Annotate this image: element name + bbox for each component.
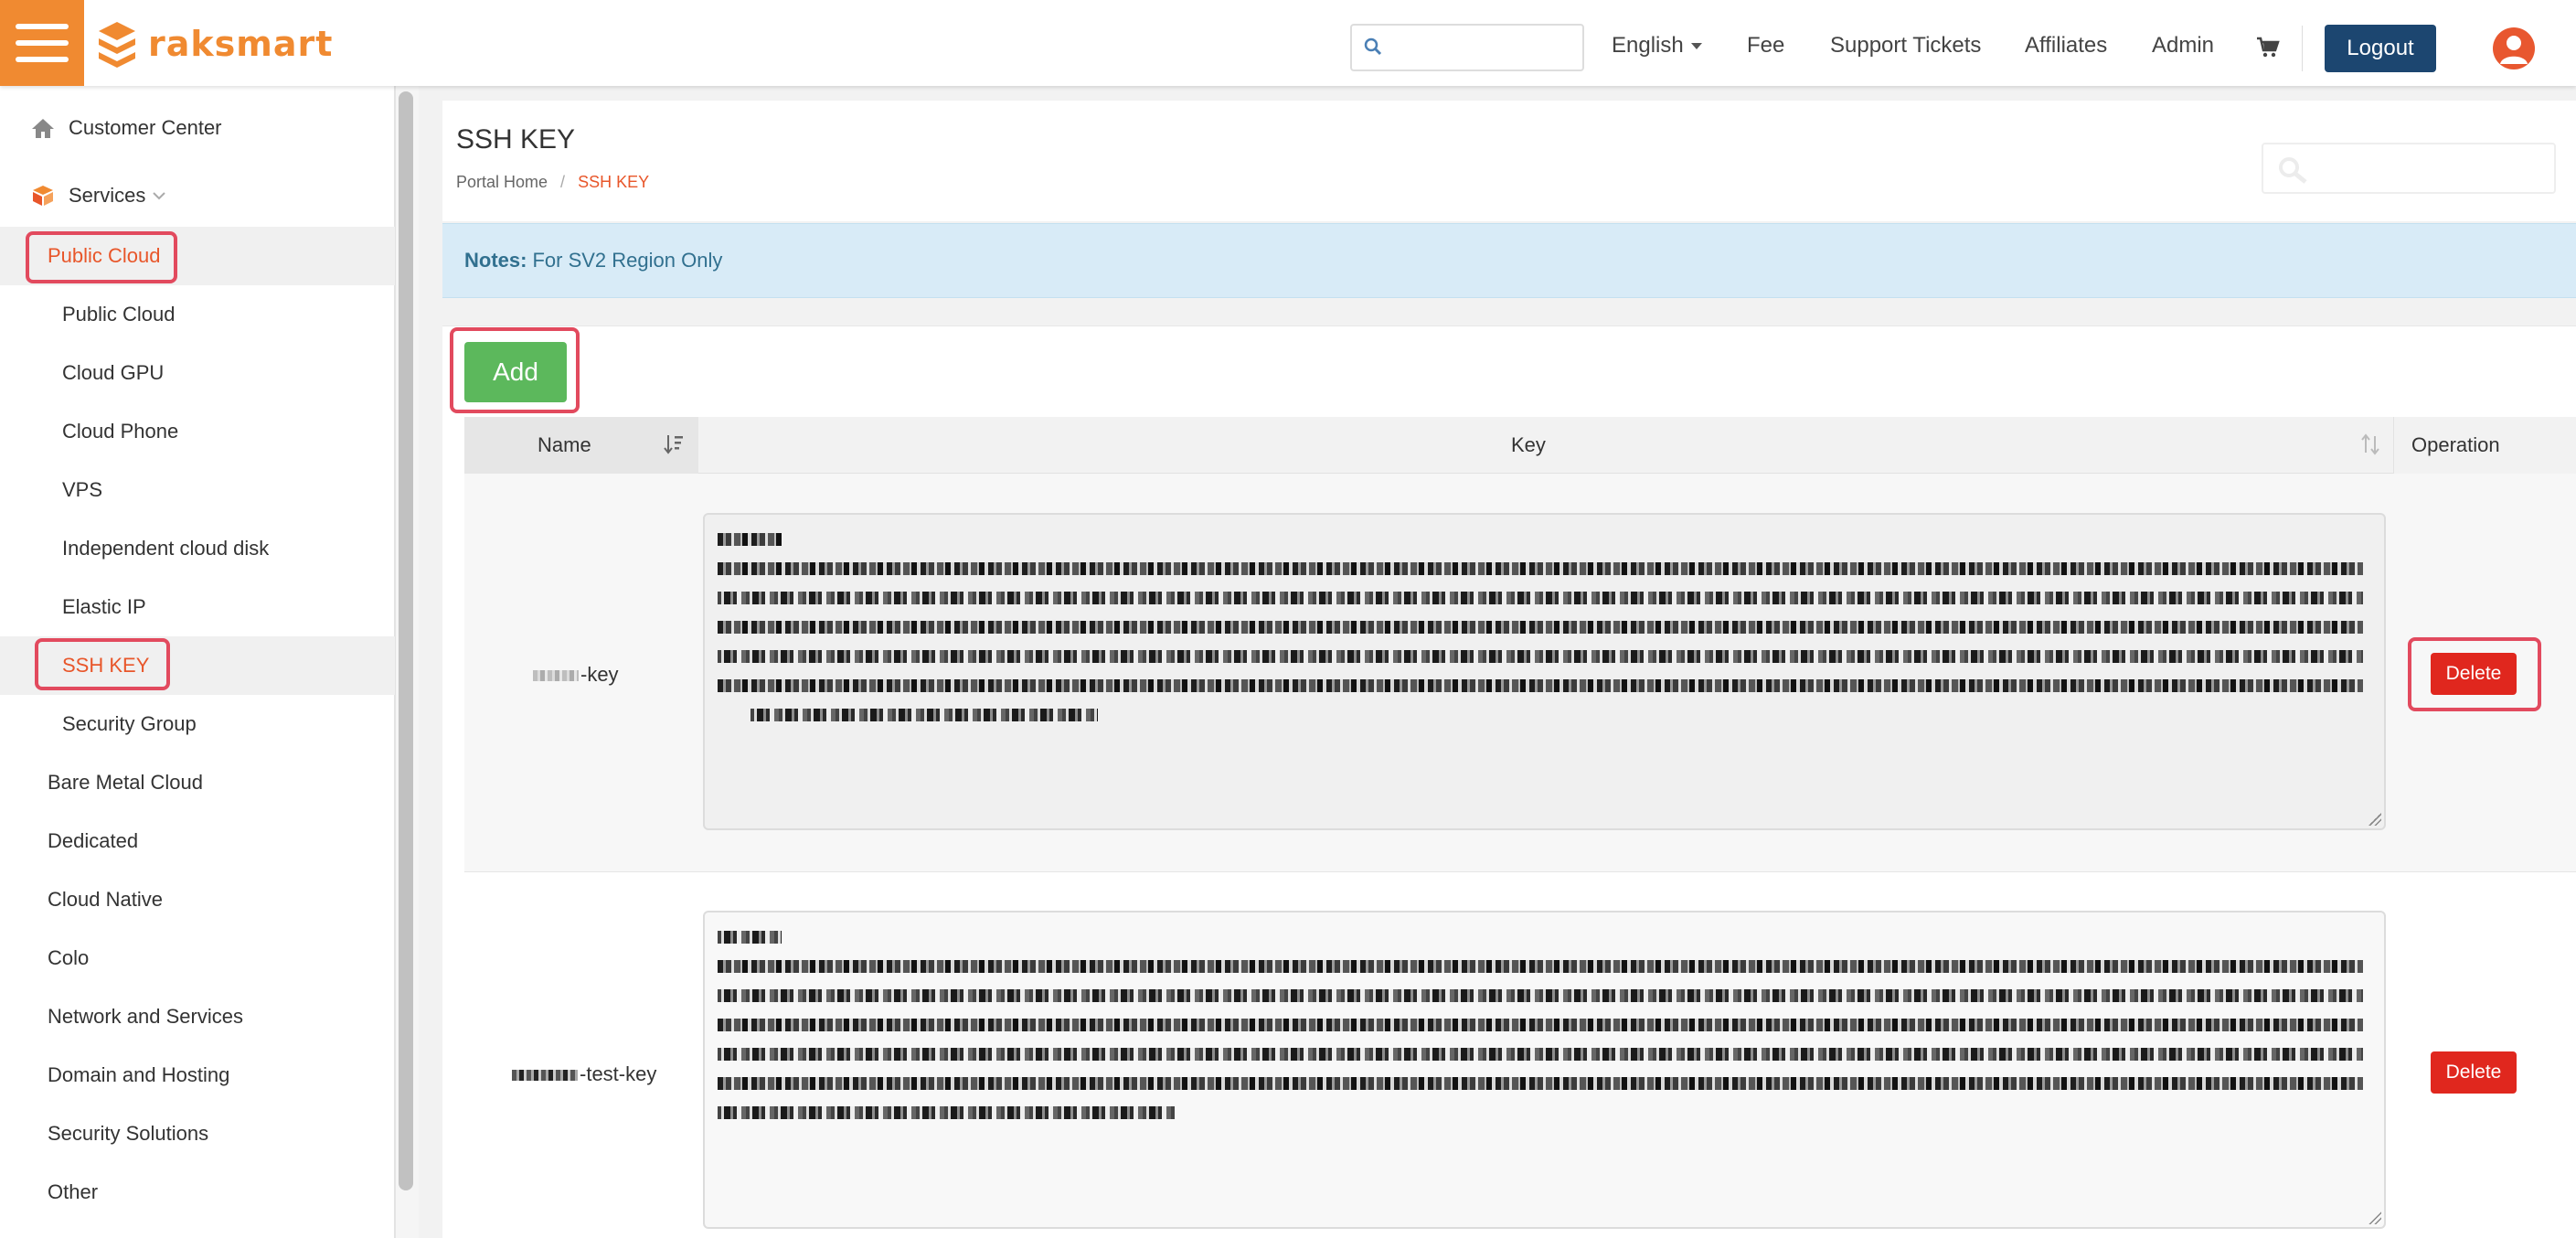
sidebar-item-services[interactable]: Services <box>0 166 395 225</box>
logout-button[interactable]: Logout <box>2325 25 2436 72</box>
sort-desc-icon[interactable] <box>664 433 684 455</box>
resize-handle-icon[interactable] <box>2368 813 2381 826</box>
notes-alert: Notes: For SV2 Region Only <box>442 223 2576 298</box>
raksmart-logo-icon <box>99 22 135 68</box>
sidebar-item-cloud-gpu[interactable]: Cloud GPU <box>0 344 395 402</box>
top-header: raksmart English Fee Support Tickets Aff… <box>0 0 2576 86</box>
sidebar-scrollbar-thumb[interactable] <box>399 91 413 1190</box>
nav-link-admin[interactable]: Admin <box>2152 33 2214 59</box>
hamburger-icon-bar <box>16 40 69 46</box>
sidebar-item-independent-cloud-disk[interactable]: Independent cloud disk <box>0 519 395 578</box>
notes-label: Notes: <box>464 249 527 272</box>
sort-icon[interactable] <box>2360 433 2380 455</box>
sidebar-item-domain-and-hosting[interactable]: Domain and Hosting <box>0 1046 395 1105</box>
sidebar-label: Services <box>69 184 146 207</box>
sidebar-item-cloud-native[interactable]: Cloud Native <box>0 870 395 929</box>
sidebar-item-cloud-phone[interactable]: Cloud Phone <box>0 402 395 461</box>
sidebar-label: Domain and Hosting <box>48 1063 230 1086</box>
nav-link-support-tickets[interactable]: Support Tickets <box>1830 33 1981 59</box>
cart-icon[interactable] <box>2256 37 2280 59</box>
sidebar-item-public-cloud-group[interactable]: Public Cloud <box>0 227 395 285</box>
breadcrumb-home-link[interactable]: Portal Home <box>456 173 548 191</box>
search-icon <box>2279 157 2307 184</box>
sidebar-item-customer-center[interactable]: Customer Center <box>0 99 395 157</box>
sidebar-item-ssh-key[interactable]: SSH KEY <box>0 636 395 695</box>
sidebar-label: Elastic IP <box>62 595 146 618</box>
ssh-key-name-suffix: -test-key <box>580 1062 657 1085</box>
page-header <box>442 101 2576 221</box>
brand-logo[interactable]: raksmart <box>95 20 333 68</box>
sidebar-item-security-solutions[interactable]: Security Solutions <box>0 1105 395 1163</box>
sidebar-label: Network and Services <box>48 1005 243 1028</box>
user-avatar[interactable] <box>2493 27 2535 69</box>
sidebar-label: VPS <box>62 478 103 501</box>
sidebar-label: Cloud GPU <box>62 361 165 384</box>
menu-toggle-button[interactable] <box>0 0 84 86</box>
sidebar-label: Dedicated <box>48 829 139 852</box>
chevron-down-icon <box>153 192 166 200</box>
language-label: English <box>1612 33 1684 58</box>
header-search-box[interactable] <box>1350 24 1584 71</box>
ssh-key-name-suffix: -key <box>580 663 619 686</box>
header-search-input[interactable] <box>1390 31 1573 64</box>
sidebar-item-vps[interactable]: VPS <box>0 461 395 519</box>
hamburger-icon-bar <box>16 24 69 29</box>
sidebar-label: Customer Center <box>69 116 222 139</box>
page-search-box[interactable] <box>2262 143 2556 194</box>
sidebar-label: Security Group <box>62 712 197 735</box>
resize-handle-icon[interactable] <box>2368 1211 2381 1224</box>
ssh-key-name: -test-key <box>512 1062 656 1086</box>
sidebar-item-bare-metal-cloud[interactable]: Bare Metal Cloud <box>0 753 395 812</box>
header-divider <box>2302 26 2303 71</box>
caret-down-icon <box>1690 43 1702 50</box>
breadcrumb-separator: / <box>560 173 566 191</box>
column-header-name[interactable]: Name <box>538 417 591 474</box>
search-icon <box>1364 37 1382 56</box>
sidebar-item-security-group[interactable]: Security Group <box>0 695 395 753</box>
sidebar-label: Public Cloud <box>48 244 161 267</box>
sidebar-item-dedicated[interactable]: Dedicated <box>0 812 395 870</box>
nav-link-affiliates[interactable]: Affiliates <box>2025 33 2107 59</box>
sidebar-label: Cloud Phone <box>62 420 179 443</box>
home-icon <box>32 119 54 138</box>
ssh-key-name: -key <box>533 663 619 687</box>
page-title: SSH KEY <box>456 124 576 155</box>
sidebar-item-colo[interactable]: Colo <box>0 929 395 987</box>
breadcrumb: Portal Home / SSH KEY <box>456 173 649 192</box>
user-icon <box>2500 36 2528 64</box>
sidebar-item-elastic-ip[interactable]: Elastic IP <box>0 578 395 636</box>
sidebar-label: Bare Metal Cloud <box>48 771 203 794</box>
ssh-key-textarea[interactable] <box>703 911 2386 1229</box>
cube-icon <box>33 186 53 206</box>
delete-button[interactable]: Delete <box>2431 1051 2517 1094</box>
hamburger-icon-bar <box>16 57 69 62</box>
sidebar-label: Cloud Native <box>48 888 163 911</box>
language-dropdown[interactable]: English <box>1612 33 1702 59</box>
redacted-name-mask <box>533 670 579 682</box>
sidebar-label: Colo <box>48 946 90 969</box>
brand-name: raksmart <box>148 24 334 64</box>
delete-button[interactable]: Delete <box>2431 653 2517 695</box>
redacted-name-mask <box>512 1070 578 1082</box>
ssh-key-textarea[interactable] <box>703 513 2386 830</box>
column-header-operation: Operation <box>2411 433 2500 456</box>
sidebar-label: Other <box>48 1180 99 1203</box>
sidebar-label: Security Solutions <box>48 1122 209 1145</box>
notes-text: For SV2 Region Only <box>532 249 723 272</box>
sidebar-item-public-cloud[interactable]: Public Cloud <box>0 285 395 344</box>
sidebar-label: Public Cloud <box>62 303 176 326</box>
nav-link-fee[interactable]: Fee <box>1747 33 1784 59</box>
breadcrumb-current: SSH KEY <box>578 173 650 191</box>
column-header-key[interactable]: Key <box>1511 417 1546 474</box>
sidebar-item-other[interactable]: Other <box>0 1163 395 1222</box>
sidebar: Customer Center Services Public Cloud Pu… <box>0 86 395 1238</box>
sidebar-label: Independent cloud disk <box>62 537 270 560</box>
add-button[interactable]: Add <box>464 342 567 402</box>
sidebar-label: SSH KEY <box>62 654 150 677</box>
sidebar-item-network-and-services[interactable]: Network and Services <box>0 987 395 1046</box>
